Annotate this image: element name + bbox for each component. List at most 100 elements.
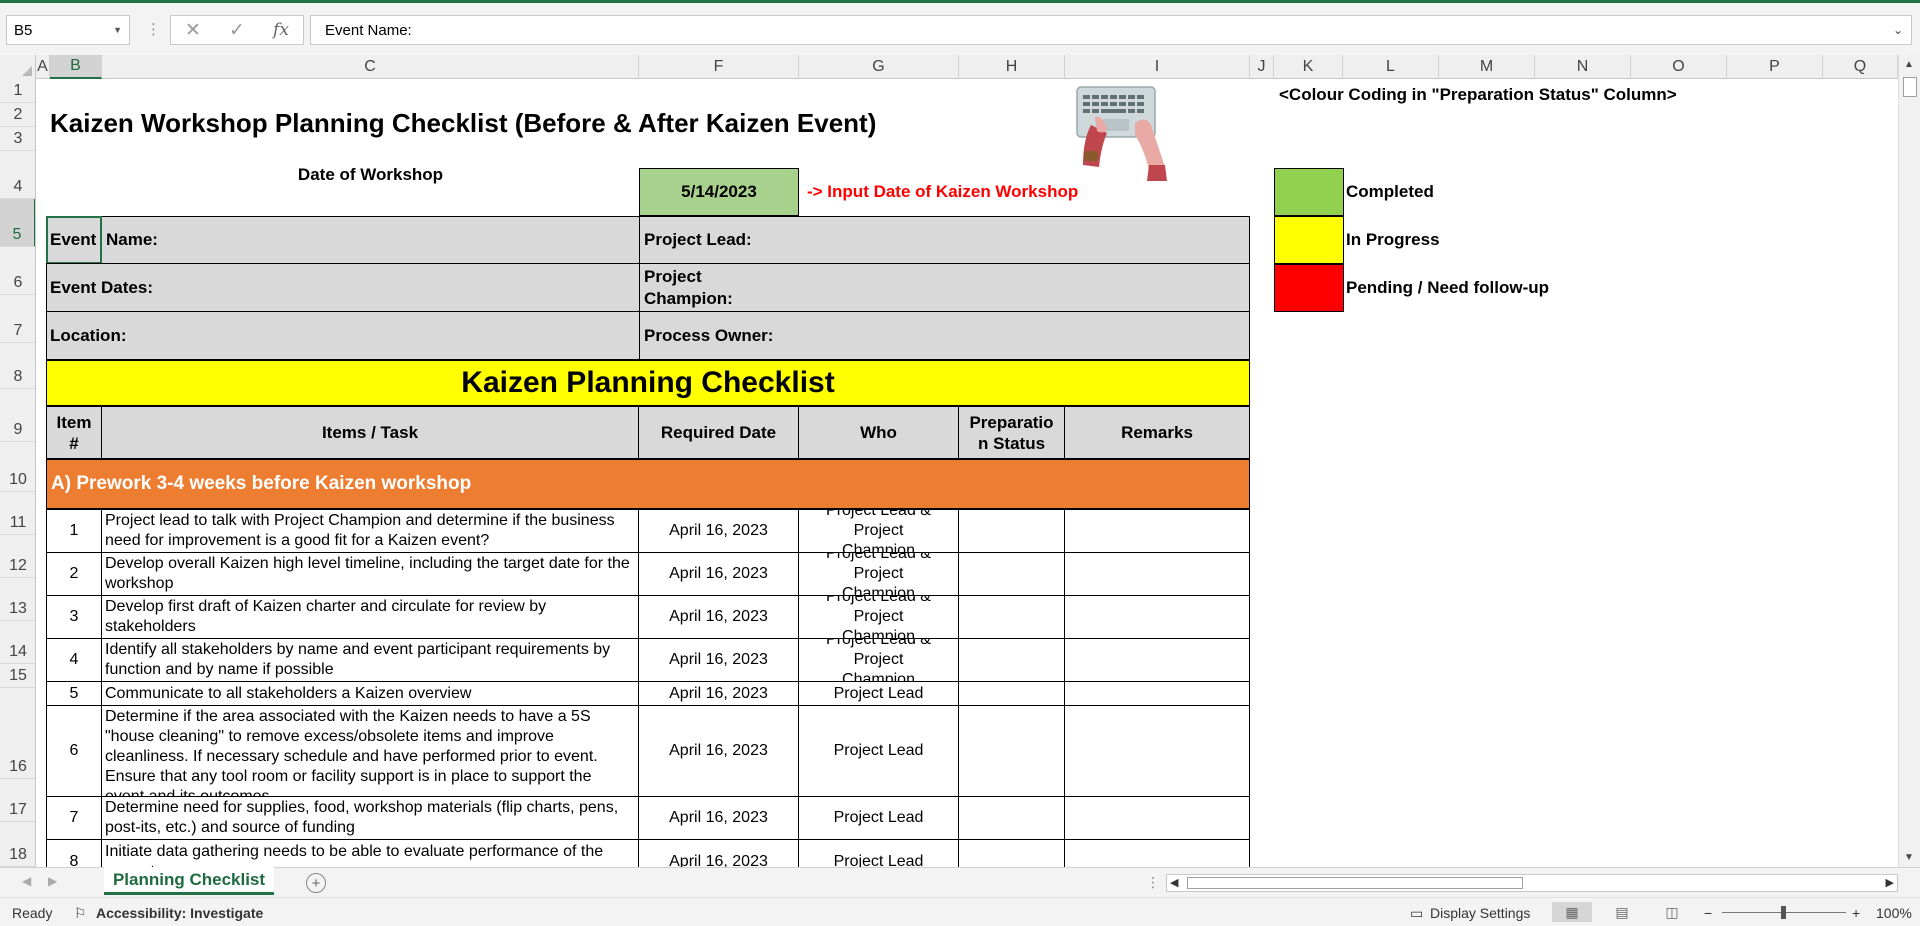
task-required-date[interactable]: April 16, 2023 — [638, 839, 799, 867]
row-header-18[interactable]: 18 — [0, 822, 35, 867]
row-header-9[interactable]: 9 — [0, 389, 35, 442]
accessibility-status[interactable]: Accessibility: Investigate — [96, 905, 263, 921]
task-required-date[interactable]: April 16, 2023 — [638, 796, 799, 840]
row-header-3[interactable]: 3 — [0, 127, 35, 151]
row-header-15[interactable]: 15 — [0, 664, 35, 688]
zoom-in-button[interactable]: + — [1852, 905, 1860, 921]
display-settings-button[interactable]: Display Settings — [1430, 905, 1530, 921]
row-header-13[interactable]: 13 — [0, 578, 35, 621]
column-header-k[interactable]: K — [1274, 55, 1343, 79]
previous-sheet-icon[interactable]: ◀ — [22, 874, 31, 888]
task-description[interactable]: Develop overall Kaizen high level timeli… — [101, 552, 639, 596]
add-sheet-icon[interactable]: + — [306, 873, 326, 893]
name-box[interactable]: B5 ▼ — [6, 15, 130, 45]
zoom-slider-thumb[interactable] — [1781, 906, 1786, 919]
horizontal-scroll-thumb[interactable] — [1187, 877, 1523, 889]
task-remarks[interactable] — [1064, 595, 1250, 639]
location-label[interactable]: Location: — [46, 312, 639, 360]
task-number[interactable]: 7 — [46, 796, 102, 840]
event-dates-label[interactable]: Event Dates: — [46, 264, 639, 312]
worksheet-grid[interactable]: Kaizen Workshop Planning Checklist (Befo… — [36, 79, 1898, 867]
task-who[interactable]: Project Lead & Project Champion — [798, 509, 959, 553]
scroll-down-icon[interactable]: ▼ — [1904, 852, 1914, 863]
scroll-right-icon[interactable]: ▶ — [1886, 876, 1894, 889]
task-required-date[interactable]: April 16, 2023 — [638, 638, 799, 682]
row-header-2[interactable]: 2 — [0, 103, 35, 127]
next-sheet-icon[interactable]: ▶ — [48, 874, 57, 888]
task-required-date[interactable]: April 16, 2023 — [638, 509, 799, 553]
task-description[interactable]: Determine if the area associated with th… — [101, 705, 639, 797]
task-number[interactable]: 4 — [46, 638, 102, 682]
task-who[interactable]: Project Lead — [798, 705, 959, 797]
column-header-n[interactable]: N — [1535, 55, 1631, 79]
column-header-g[interactable]: G — [799, 55, 959, 79]
task-description[interactable]: Initiate data gathering needs to be able… — [101, 839, 639, 867]
task-preparation-status[interactable] — [958, 638, 1065, 682]
chevron-down-icon[interactable]: ▼ — [113, 25, 122, 35]
task-who[interactable]: Project Lead & Project Champion — [798, 638, 959, 682]
task-who[interactable]: Project Lead — [798, 839, 959, 867]
task-remarks[interactable] — [1064, 638, 1250, 682]
task-preparation-status[interactable] — [958, 509, 1065, 553]
date-of-workshop-input[interactable]: 5/14/2023 — [639, 168, 799, 216]
column-header-q[interactable]: Q — [1823, 55, 1898, 79]
row-header-16[interactable]: 16 — [0, 688, 35, 779]
row-header-11[interactable]: 11 — [0, 492, 35, 535]
task-number[interactable]: 2 — [46, 552, 102, 596]
task-remarks[interactable] — [1064, 509, 1250, 553]
task-remarks[interactable] — [1064, 705, 1250, 797]
task-preparation-status[interactable] — [958, 681, 1065, 706]
row-header-4[interactable]: 4 — [0, 151, 35, 199]
page-break-preview-icon[interactable]: ◫ — [1652, 902, 1692, 922]
select-all-button[interactable] — [0, 55, 36, 79]
task-required-date[interactable]: April 16, 2023 — [638, 595, 799, 639]
column-header-a[interactable]: A — [36, 55, 50, 79]
formula-input[interactable]: Event Name: ⌄ — [310, 15, 1912, 45]
column-header-j[interactable]: J — [1250, 55, 1274, 79]
task-required-date[interactable]: April 16, 2023 — [638, 552, 799, 596]
vertical-scrollbar[interactable]: ▲ ▼ — [1898, 55, 1920, 867]
row-header-7[interactable]: 7 — [0, 295, 35, 343]
task-remarks[interactable] — [1064, 839, 1250, 867]
task-remarks[interactable] — [1064, 552, 1250, 596]
project-champion-label[interactable]: Project Champion: — [639, 264, 1250, 312]
selected-cell-b5[interactable] — [46, 216, 102, 264]
horizontal-scrollbar[interactable]: ◀ ▶ — [1166, 874, 1898, 892]
task-description[interactable]: Project lead to talk with Project Champi… — [101, 509, 639, 553]
more-options-icon[interactable]: ⋮ — [146, 20, 161, 38]
cancel-icon[interactable]: ✕ — [185, 19, 201, 42]
task-number[interactable]: 5 — [46, 681, 102, 706]
task-description[interactable]: Communicate to all stakeholders a Kaizen… — [101, 681, 639, 706]
task-preparation-status[interactable] — [958, 552, 1065, 596]
scroll-up-icon[interactable]: ▲ — [1904, 59, 1914, 70]
vertical-scroll-thumb[interactable] — [1903, 77, 1917, 97]
row-header-5[interactable]: 5 — [0, 199, 35, 247]
event-name-label[interactable]: Name: — [102, 216, 639, 264]
expand-formula-bar-icon[interactable]: ⌄ — [1893, 23, 1903, 37]
column-header-m[interactable]: M — [1439, 55, 1535, 79]
zoom-level[interactable]: 100% — [1876, 905, 1912, 921]
accessibility-icon[interactable]: ⚐ — [74, 905, 87, 922]
column-header-i[interactable]: I — [1065, 55, 1250, 79]
task-who[interactable]: Project Lead — [798, 796, 959, 840]
task-number[interactable]: 6 — [46, 705, 102, 797]
task-remarks[interactable] — [1064, 796, 1250, 840]
task-required-date[interactable]: April 16, 2023 — [638, 705, 799, 797]
tab-split-handle-icon[interactable]: ⋮ — [1146, 874, 1160, 891]
page-layout-view-icon[interactable]: ▤ — [1602, 902, 1642, 922]
column-header-b[interactable]: B — [50, 55, 102, 79]
task-preparation-status[interactable] — [958, 796, 1065, 840]
process-owner-label[interactable]: Process Owner: — [639, 312, 1250, 360]
column-header-p[interactable]: P — [1727, 55, 1823, 79]
column-header-c[interactable]: C — [102, 55, 639, 79]
task-preparation-status[interactable] — [958, 839, 1065, 867]
task-remarks[interactable] — [1064, 681, 1250, 706]
task-number[interactable]: 3 — [46, 595, 102, 639]
column-header-o[interactable]: O — [1631, 55, 1727, 79]
zoom-out-button[interactable]: − — [1704, 905, 1712, 921]
task-number[interactable]: 8 — [46, 839, 102, 867]
enter-icon[interactable]: ✓ — [229, 19, 245, 42]
row-header-1[interactable]: 1 — [0, 79, 35, 103]
task-who[interactable]: Project Lead & Project Champion — [798, 595, 959, 639]
row-header-6[interactable]: 6 — [0, 247, 35, 295]
